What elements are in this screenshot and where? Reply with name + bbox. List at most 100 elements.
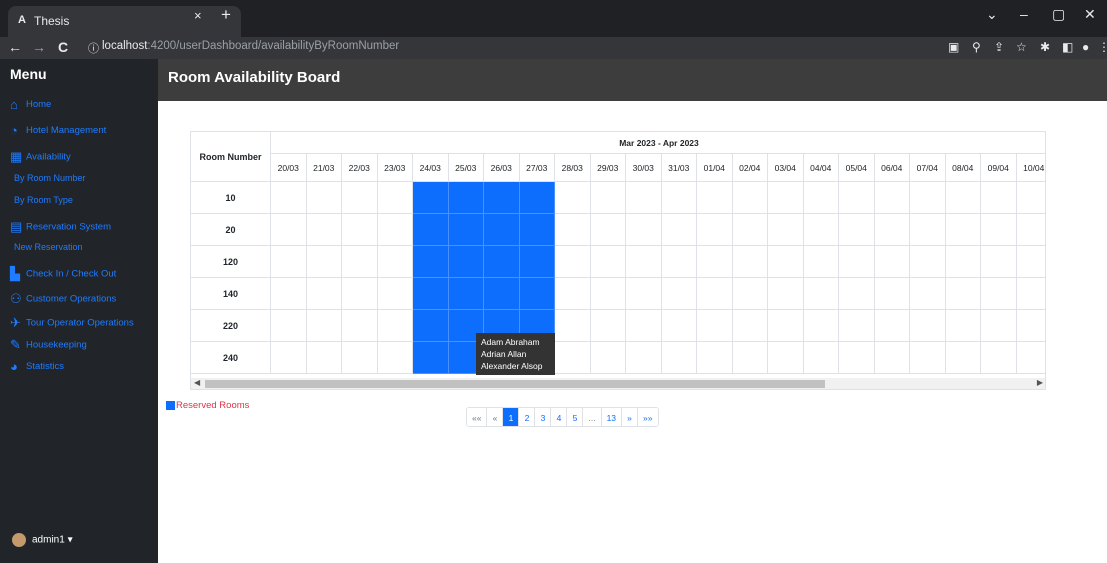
availability-cell[interactable] [732, 310, 768, 342]
availability-cell[interactable] [839, 310, 875, 342]
availability-cell[interactable] [271, 182, 307, 214]
availability-cell[interactable] [271, 310, 307, 342]
reserved-cell[interactable] [484, 182, 520, 214]
availability-cell[interactable] [981, 214, 1017, 246]
availability-cell[interactable] [590, 310, 626, 342]
availability-cell[interactable] [306, 214, 342, 246]
reserved-cell[interactable] [448, 278, 484, 310]
availability-cell[interactable] [1016, 182, 1045, 214]
availability-cell[interactable] [271, 342, 307, 374]
site-info-icon[interactable]: ⓘ [88, 40, 99, 56]
profile-icon[interactable]: ● [1082, 40, 1089, 54]
availability-cell[interactable] [1016, 310, 1045, 342]
sidebar-item-housekeeping[interactable]: ✎ Housekeeping [10, 337, 87, 353]
availability-cell[interactable] [981, 342, 1017, 374]
horizontal-scrollbar[interactable]: ◀ ▶ [191, 378, 1045, 389]
availability-cell[interactable] [768, 214, 804, 246]
availability-cell[interactable] [661, 310, 697, 342]
scrollbar-thumb[interactable] [205, 380, 825, 388]
sidebar-item-statistics[interactable]: ◕ Statistics [10, 359, 64, 374]
scroll-right-icon[interactable]: ▶ [1037, 378, 1043, 387]
availability-cell[interactable] [803, 214, 839, 246]
availability-cell[interactable] [981, 278, 1017, 310]
reserved-cell[interactable] [413, 310, 449, 342]
availability-cell[interactable] [839, 246, 875, 278]
reserved-cell[interactable] [448, 246, 484, 278]
availability-cell[interactable] [306, 182, 342, 214]
availability-cell[interactable] [768, 182, 804, 214]
availability-cell[interactable] [377, 310, 413, 342]
extensions-icon[interactable]: ✱ [1040, 40, 1050, 54]
availability-cell[interactable] [271, 214, 307, 246]
availability-cell[interactable] [590, 342, 626, 374]
tab-search-icon[interactable]: ⌄ [986, 6, 998, 23]
availability-cell[interactable] [306, 342, 342, 374]
page-link[interactable]: 2 [519, 408, 536, 426]
page-link[interactable]: » [622, 408, 639, 426]
sidebar-subitem-by-room-number[interactable]: By Room Number [14, 173, 86, 183]
availability-cell[interactable] [803, 246, 839, 278]
url-field[interactable]: localhost:4200/userDashboard/availabilit… [102, 40, 399, 52]
availability-cell[interactable] [839, 342, 875, 374]
availability-cell[interactable] [590, 182, 626, 214]
availability-cell[interactable] [590, 278, 626, 310]
availability-cell[interactable] [945, 342, 981, 374]
availability-cell[interactable] [732, 246, 768, 278]
availability-cell[interactable] [342, 342, 378, 374]
availability-cell[interactable] [910, 182, 946, 214]
kebab-menu-icon[interactable]: ⋮ [1098, 40, 1107, 54]
page-link[interactable]: «« [467, 408, 488, 426]
window-close-button[interactable]: ✕ [1084, 6, 1096, 23]
availability-cell[interactable] [910, 342, 946, 374]
browser-tab[interactable]: A Thesis [8, 6, 241, 37]
availability-cell[interactable] [661, 246, 697, 278]
sidepanel-icon[interactable]: ◧ [1062, 40, 1073, 54]
back-button[interactable]: ← [8, 39, 22, 55]
availability-cell[interactable] [377, 246, 413, 278]
availability-cell[interactable] [910, 278, 946, 310]
availability-cell[interactable] [732, 182, 768, 214]
reserved-cell[interactable] [413, 214, 449, 246]
reserved-cell[interactable] [484, 246, 520, 278]
availability-cell[interactable] [1016, 246, 1045, 278]
reserved-cell[interactable] [519, 246, 555, 278]
availability-cell[interactable] [342, 214, 378, 246]
availability-cell[interactable] [768, 246, 804, 278]
availability-cell[interactable] [377, 182, 413, 214]
reserved-cell[interactable] [448, 214, 484, 246]
availability-cell[interactable] [839, 278, 875, 310]
zoom-icon[interactable]: ⚲ [972, 40, 981, 54]
availability-cell[interactable] [342, 278, 378, 310]
availability-cell[interactable] [626, 310, 662, 342]
scroll-left-icon[interactable]: ◀ [194, 378, 200, 387]
availability-cell[interactable] [945, 246, 981, 278]
availability-cell[interactable] [306, 246, 342, 278]
availability-cell[interactable] [626, 214, 662, 246]
availability-cell[interactable] [874, 278, 910, 310]
availability-cell[interactable] [342, 310, 378, 342]
sidebar-subitem-new-reservation[interactable]: New Reservation [14, 242, 83, 252]
availability-cell[interactable] [1016, 342, 1045, 374]
maximize-button[interactable]: ▢ [1052, 6, 1065, 23]
availability-cell[interactable] [271, 246, 307, 278]
availability-cell[interactable] [1016, 214, 1045, 246]
availability-cell[interactable] [555, 278, 591, 310]
availability-cell[interactable] [945, 214, 981, 246]
availability-cell[interactable] [803, 278, 839, 310]
availability-cell[interactable] [697, 246, 733, 278]
availability-cell[interactable] [306, 310, 342, 342]
page-link[interactable]: 1 [503, 408, 520, 426]
availability-cell[interactable] [555, 342, 591, 374]
page-link[interactable]: 3 [535, 408, 552, 426]
availability-cell[interactable] [697, 342, 733, 374]
minimize-button[interactable]: – [1020, 6, 1028, 22]
sidebar-subitem-by-room-type[interactable]: By Room Type [14, 195, 73, 205]
availability-cell[interactable] [945, 278, 981, 310]
availability-cell[interactable] [697, 310, 733, 342]
availability-cell[interactable] [768, 278, 804, 310]
availability-cell[interactable] [910, 310, 946, 342]
availability-cell[interactable] [626, 246, 662, 278]
reload-button[interactable]: C [58, 39, 68, 55]
availability-cell[interactable] [874, 342, 910, 374]
sidebar-item-tour-operator[interactable]: ✈ Tour Operator Operations [10, 315, 134, 331]
